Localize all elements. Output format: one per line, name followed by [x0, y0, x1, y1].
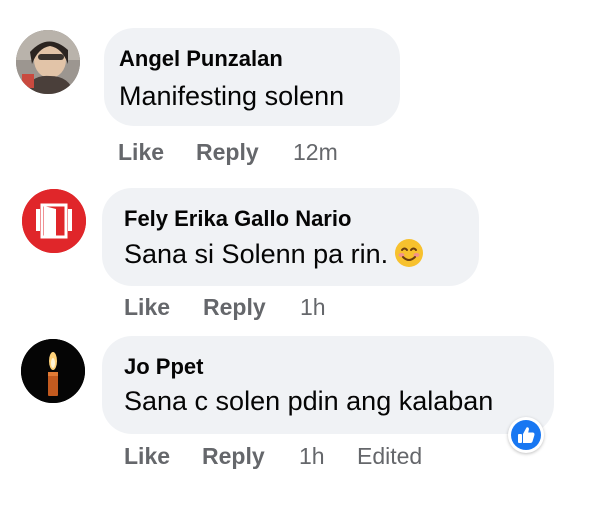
- edited-label: Edited: [357, 443, 423, 469]
- comment-timestamp[interactable]: 12m: [293, 139, 338, 166]
- comment-text: Manifesting solenn: [119, 81, 345, 111]
- smiling-face-icon: [395, 239, 424, 267]
- candle-icon: [21, 339, 85, 403]
- like-button[interactable]: Like: [118, 139, 164, 166]
- like-button[interactable]: Like: [124, 443, 170, 470]
- like-button[interactable]: Like: [124, 294, 170, 321]
- reply-button[interactable]: Reply: [196, 139, 259, 166]
- reaction-badge[interactable]: [508, 417, 544, 453]
- red-door-logo-icon: [22, 189, 86, 253]
- comment-timestamp[interactable]: 1h: [299, 443, 325, 470]
- comment-bubble: Fely Erika Gallo Nario Sana si Solenn pa…: [102, 188, 479, 286]
- comment-bubble: Angel Punzalan Manifesting solenn: [104, 28, 400, 126]
- comment-author[interactable]: Angel Punzalan: [119, 46, 283, 72]
- comments-section: Angel Punzalan Manifesting solenn Like R…: [0, 0, 601, 514]
- avatar[interactable]: [16, 30, 80, 94]
- thumbs-up-icon: [511, 420, 541, 450]
- comment-author[interactable]: Fely Erika Gallo Nario: [124, 206, 351, 232]
- comment-bubble: Jo Ppet Sana c solen pdin ang kalaban: [102, 336, 554, 434]
- comment-text: Sana c solen pdin ang kalaban: [124, 386, 494, 416]
- comment-author[interactable]: Jo Ppet: [124, 354, 203, 380]
- reply-button[interactable]: Reply: [202, 443, 265, 470]
- comment-text-content: Sana si Solenn pa rin.: [124, 239, 389, 269]
- reply-button[interactable]: Reply: [203, 294, 266, 321]
- comment-text: Sana si Solenn pa rin.: [124, 238, 424, 270]
- avatar[interactable]: [21, 339, 85, 403]
- avatar[interactable]: [22, 189, 86, 253]
- comment-timestamp[interactable]: 1h: [300, 294, 326, 321]
- profile-photo-icon: [16, 30, 80, 94]
